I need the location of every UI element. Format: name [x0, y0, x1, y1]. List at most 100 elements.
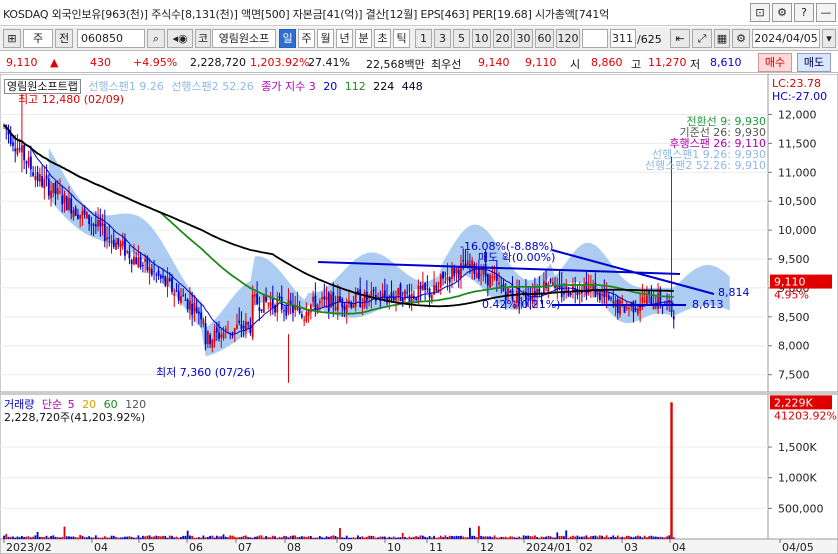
volume-bar [404, 536, 406, 539]
interval-60[interactable]: 60 [535, 29, 554, 48]
volume-bar [36, 531, 39, 539]
volume-bar [124, 536, 126, 539]
period-year-tab[interactable]: 년 [336, 29, 353, 48]
span2-legend: 선행스팬2 52.26 [171, 80, 254, 93]
candle-body [359, 289, 362, 307]
candle-body [83, 209, 86, 215]
grid-icon[interactable]: ▦ [714, 29, 730, 48]
price-change: 430 [90, 56, 111, 69]
period-tick-tab[interactable]: 틱 [393, 29, 410, 48]
volume-bar [413, 536, 415, 539]
candle-body [184, 299, 187, 301]
volume-bar [204, 537, 207, 539]
candle-body [549, 279, 552, 283]
volume-bar [469, 527, 471, 539]
volume-bar [52, 535, 55, 539]
period-minute-tab[interactable]: 분 [355, 29, 372, 48]
calendar-icon[interactable]: ▾ [822, 29, 836, 48]
buy-button[interactable]: 매수 [758, 53, 792, 72]
interval-1[interactable]: 1 [415, 29, 432, 48]
volume-bar [520, 537, 523, 539]
period-week-tab[interactable]: 주 [298, 29, 315, 48]
high-note: 최고 12,480 (02/09) [18, 93, 125, 106]
search-icon[interactable]: ⌕ [147, 29, 165, 48]
period-month-tab[interactable]: 월 [317, 29, 334, 48]
volume-bar [236, 537, 238, 539]
candle-body [68, 198, 70, 210]
code-kw-button[interactable]: 코 [195, 29, 211, 48]
volume-bar [153, 536, 155, 539]
volume-bar [211, 535, 214, 539]
volume-bar [518, 536, 521, 539]
leading-span2-value: 선행스팬2 52.26: 9,910 [644, 159, 766, 172]
candle-body [581, 291, 583, 294]
candle-body [186, 299, 189, 309]
volume-bar [180, 536, 182, 539]
interval-30[interactable]: 30 [514, 29, 533, 48]
date-input[interactable]: 2024/04/05 [752, 29, 820, 48]
volume-bar [318, 536, 321, 539]
volume-bar [652, 536, 655, 539]
settings-icon[interactable]: ⚙ [732, 29, 750, 48]
interval-custom-input[interactable] [582, 29, 608, 48]
volume-bar [540, 536, 543, 539]
volume-bar [97, 537, 99, 539]
scroll-left-icon[interactable]: ⇤ [670, 29, 690, 48]
market-select[interactable]: 주 [23, 29, 53, 48]
interval-120[interactable]: 120 [556, 29, 580, 48]
volume: 2,228,720 [190, 56, 246, 69]
candle-body [137, 257, 140, 268]
zoom-icon[interactable]: ⤢ [692, 29, 712, 48]
candle-body [361, 306, 364, 308]
minimize-icon[interactable]: — [816, 3, 836, 22]
interval-5[interactable]: 5 [453, 29, 470, 48]
stock-name-field[interactable]: 영림원소프 [212, 29, 276, 48]
volume-bar [336, 537, 339, 539]
candle-body [619, 299, 621, 315]
candle-body [672, 316, 675, 320]
candle-body [616, 299, 619, 313]
sell-button[interactable]: 매도 [797, 53, 831, 72]
volume-bar [643, 535, 646, 539]
volume-bar [507, 537, 509, 539]
candle-body [204, 323, 207, 345]
interval-10[interactable]: 10 [472, 29, 491, 48]
volume-bar [283, 535, 285, 539]
candle-body [645, 295, 648, 305]
current-price: 9,110 [6, 56, 38, 69]
menu-icon[interactable]: ⊞ [3, 29, 21, 48]
volume-bar [144, 536, 147, 539]
volume-bar [457, 535, 460, 539]
volume-bar [547, 535, 550, 539]
candle-body [345, 304, 348, 314]
interval-20[interactable]: 20 [493, 29, 512, 48]
volume-bar [587, 537, 590, 539]
gear-icon[interactable]: ⚙ [772, 3, 792, 22]
period-day-tab[interactable]: 일 [279, 29, 296, 48]
candle-body [352, 304, 355, 309]
volume-bar [632, 537, 635, 539]
stock-code-input[interactable]: 060850 [77, 29, 145, 48]
prev-button[interactable]: 전 [55, 29, 73, 48]
speaker-icon[interactable]: ◂◉ [167, 29, 193, 48]
candle-body [222, 332, 225, 339]
volume-bar [83, 536, 86, 539]
period-second-tab[interactable]: 초 [374, 29, 391, 48]
count-input[interactable]: 311 [610, 29, 636, 48]
restore-icon[interactable]: ⊡ [750, 3, 770, 22]
volume-bar [301, 536, 303, 539]
help-icon[interactable]: ? [794, 3, 814, 22]
volume-bar [101, 537, 104, 539]
interval-3[interactable]: 3 [434, 29, 451, 48]
volume-bar [551, 537, 554, 539]
volume-bar [392, 536, 395, 539]
volume-bar [81, 535, 84, 539]
low-price: 8,610 [710, 56, 742, 69]
volume-bar [85, 537, 88, 539]
candle-body [144, 259, 147, 262]
candle-body [540, 294, 543, 296]
volume-bar [399, 537, 402, 539]
volume-bar [61, 536, 64, 539]
volume-bar [430, 537, 433, 539]
volume-bar [312, 537, 315, 539]
